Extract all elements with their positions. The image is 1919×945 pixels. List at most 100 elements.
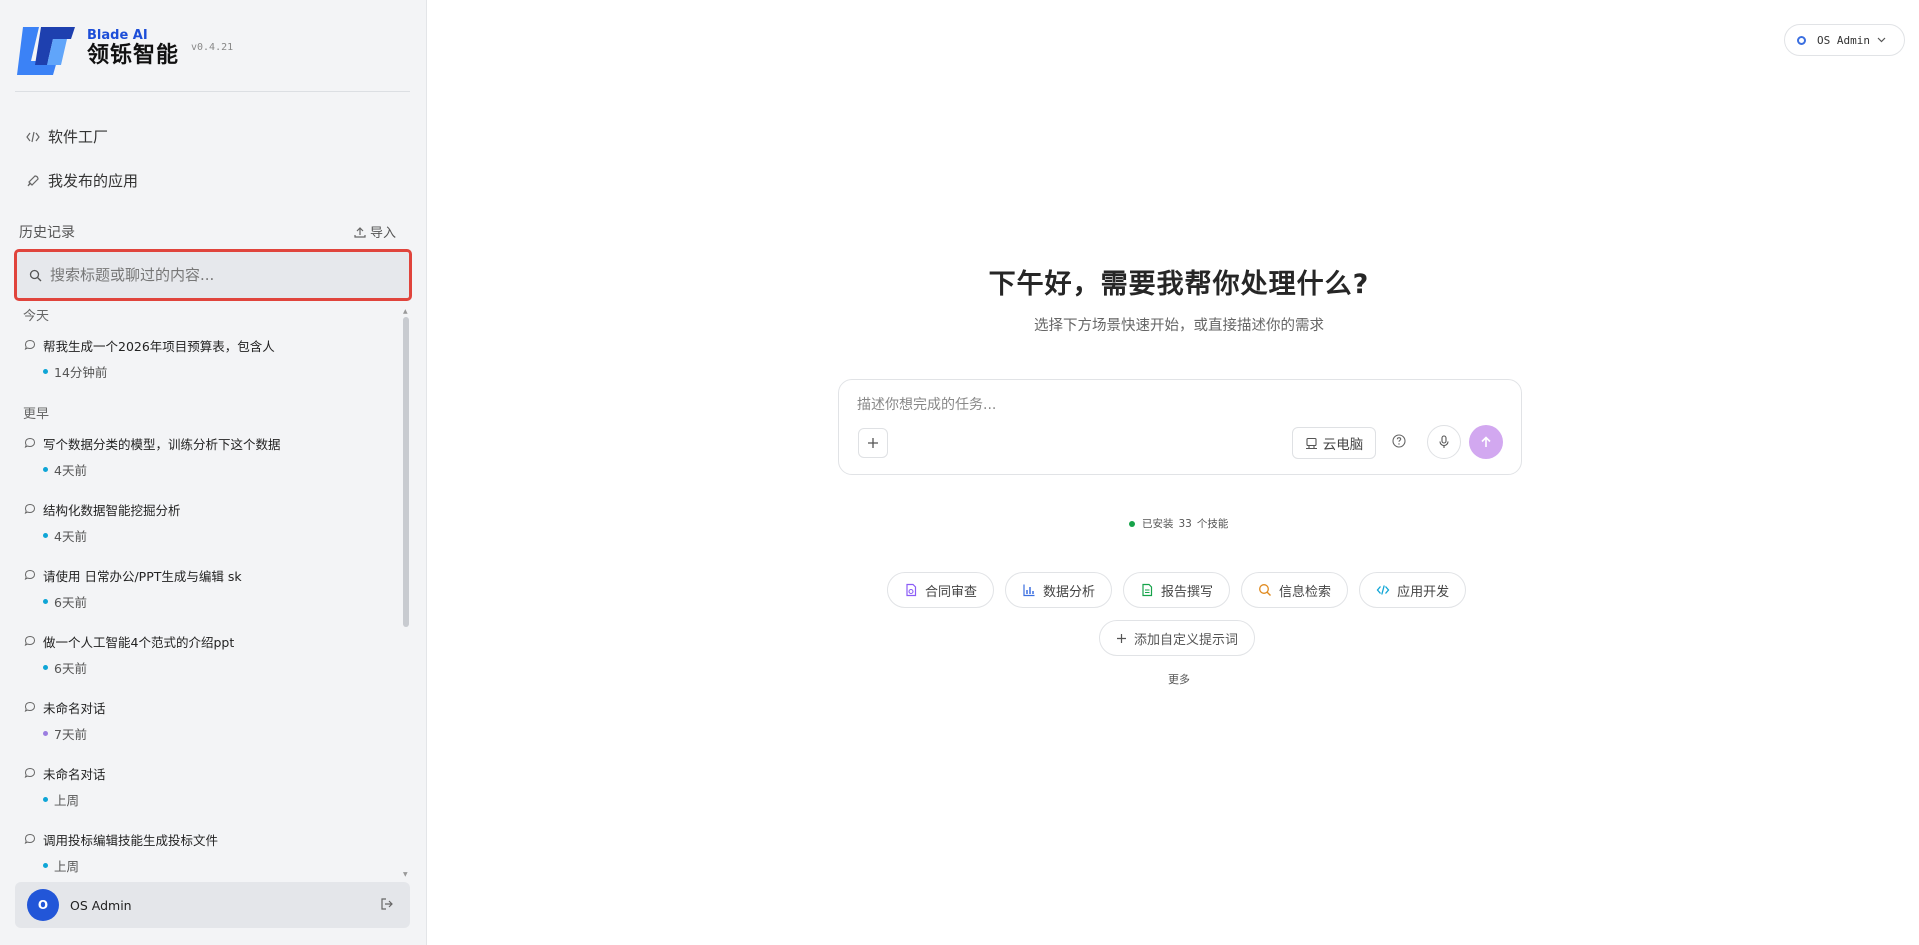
group-earlier: 更早 xyxy=(23,407,50,422)
conversation-item[interactable]: 做一个人工智能4个范式的介绍ppt 6天前 xyxy=(24,632,394,677)
chat-bubble-icon xyxy=(24,437,36,448)
chat-bubble-icon xyxy=(24,339,36,350)
conversation-title: 做一个人工智能4个范式的介绍ppt xyxy=(43,634,235,650)
status-dot xyxy=(43,369,48,374)
chip-app-development[interactable]: 应用开发 xyxy=(1359,572,1467,608)
chat-bubble-icon xyxy=(24,569,36,580)
account-menu[interactable]: OS Admin xyxy=(1784,24,1905,56)
chip-label: 报告撰写 xyxy=(1161,584,1214,600)
nav-label: 软件工厂 xyxy=(48,128,109,146)
divider xyxy=(15,91,410,92)
user-profile[interactable]: O OS Admin xyxy=(15,882,410,928)
arrow-up-icon xyxy=(1481,436,1491,447)
brand-name-cn: 领铄智能 xyxy=(87,42,180,68)
conversation-time: 4天前 xyxy=(54,463,87,478)
chip-label: 应用开发 xyxy=(1397,584,1450,600)
conversation-item[interactable]: 帮我生成一个2026年项目预算表，包含人 14分钟前 xyxy=(24,336,394,381)
chat-bubble-icon xyxy=(24,833,36,844)
scroll-thumb[interactable] xyxy=(403,317,409,627)
scroll-up-icon[interactable]: ▲ xyxy=(403,309,409,315)
conversation-title: 未命名对话 xyxy=(43,766,106,782)
search-box[interactable] xyxy=(14,249,412,301)
chevron-down-icon xyxy=(1877,37,1886,43)
plus-icon xyxy=(868,438,878,448)
voice-input-button[interactable] xyxy=(1427,425,1461,459)
chip-report-writing[interactable]: 报告撰写 xyxy=(1123,572,1231,608)
add-custom-prompt-button[interactable]: 添加自定义提示词 xyxy=(1099,620,1256,656)
conversation-time: 7天前 xyxy=(54,727,87,742)
search-icon xyxy=(29,269,42,281)
greeting-section: 下午好，需要我帮你处理什么? 选择下方场景快速开始，或直接描述你的需求 xyxy=(838,262,1520,335)
status-dot xyxy=(43,467,48,472)
status-dot xyxy=(1129,520,1135,527)
conversation-title: 帮我生成一个2026年项目预算表，包含人 xyxy=(43,338,275,354)
prompt-input[interactable] xyxy=(857,394,1497,416)
chat-bubble-icon xyxy=(24,767,36,778)
send-button[interactable] xyxy=(1469,425,1503,459)
chat-bubble-icon xyxy=(24,701,36,712)
search-icon xyxy=(1259,584,1272,596)
conversation-item[interactable]: 未命名对话 上周 xyxy=(24,764,394,809)
add-prompt-label: 添加自定义提示词 xyxy=(1134,632,1239,648)
conversation-title: 写个数据分类的模型，训练分析下这个数据 xyxy=(43,436,281,452)
conversation-title: 调用投标编辑技能生成投标文件 xyxy=(43,832,219,848)
conversation-time: 14分钟前 xyxy=(54,365,108,380)
search-input[interactable] xyxy=(50,266,390,284)
bar-chart-icon xyxy=(1023,584,1035,597)
chat-bubble-icon xyxy=(24,635,36,646)
scroll-down-icon[interactable]: ▼ xyxy=(403,872,409,878)
user-name: OS Admin xyxy=(70,897,132,913)
help-icon[interactable] xyxy=(1391,433,1407,449)
status-dot xyxy=(43,797,48,802)
conversation-title: 结构化数据智能挖掘分析 xyxy=(43,502,181,518)
scenario-chips: 合同审查 数据分析 报告撰写 信息检索 应用开发 xyxy=(887,572,1477,608)
skills-count: 33 xyxy=(1178,517,1192,530)
nav-software-factory[interactable]: 软件工厂 xyxy=(26,126,108,147)
more-link[interactable]: 更多 xyxy=(1168,671,1190,687)
status-dot xyxy=(43,533,48,538)
import-button[interactable]: 导入 xyxy=(354,222,396,241)
conversation-item[interactable]: 未命名对话 7天前 xyxy=(24,698,394,743)
chat-bubble-icon xyxy=(24,503,36,514)
conversation-title: 请使用 日常办公/PPT生成与编辑 sk xyxy=(43,568,242,584)
chip-data-analysis[interactable]: 数据分析 xyxy=(1005,572,1113,608)
status-dot xyxy=(43,863,48,868)
blade-ai-logo xyxy=(17,27,75,75)
conversation-time: 6天前 xyxy=(54,661,87,676)
cloud-pc-button[interactable]: 云电脑 xyxy=(1292,427,1376,459)
status-dot xyxy=(43,599,48,604)
history-label: 历史记录 xyxy=(19,225,75,241)
brand[interactable]: Blade AI 领铄智能 xyxy=(17,20,179,76)
greeting-subtitle: 选择下方场景快速开始，或直接描述你的需求 xyxy=(1034,318,1324,334)
computer-icon xyxy=(1305,437,1317,449)
microphone-icon xyxy=(1439,435,1449,448)
chip-label: 信息检索 xyxy=(1279,584,1332,600)
skills-suffix: 个技能 xyxy=(1196,518,1229,530)
conversation-time: 4天前 xyxy=(54,529,87,544)
upload-icon xyxy=(354,226,366,238)
logout-icon[interactable] xyxy=(380,897,394,911)
nav-label: 我发布的应用 xyxy=(48,172,139,190)
sidebar: Blade AI 领铄智能 v0.4.21 软件工厂 我发布的应用 历史记录 导… xyxy=(0,0,427,945)
conversation-item[interactable]: 写个数据分类的模型，训练分析下这个数据 4天前 xyxy=(24,434,394,479)
plus-icon xyxy=(1117,633,1126,643)
history-list: 今天 帮我生成一个2026年项目预算表，包含人 14分钟前 更早 写个数据分类的… xyxy=(14,305,400,875)
status-ring-icon xyxy=(1797,35,1806,45)
status-dot xyxy=(43,665,48,670)
nav-my-apps[interactable]: 我发布的应用 xyxy=(26,170,138,191)
code-icon xyxy=(26,131,40,142)
attach-button[interactable] xyxy=(858,428,888,458)
group-today: 今天 xyxy=(23,309,50,324)
chip-label: 数据分析 xyxy=(1043,584,1096,600)
chip-contract-review[interactable]: 合同审查 xyxy=(887,572,995,608)
skills-prefix: 已安装 xyxy=(1142,518,1174,530)
conversation-title: 未命名对话 xyxy=(43,700,106,716)
conversation-item[interactable]: 调用投标编辑技能生成投标文件 上周 xyxy=(24,830,394,875)
prompt-composer: 云电脑 xyxy=(838,379,1522,475)
history-scrollbar[interactable]: ▲ ▼ xyxy=(403,309,409,878)
conversation-item[interactable]: 请使用 日常办公/PPT生成与编辑 sk 6天前 xyxy=(24,566,394,611)
chip-info-retrieval[interactable]: 信息检索 xyxy=(1241,572,1349,608)
conversation-item[interactable]: 结构化数据智能挖掘分析 4天前 xyxy=(24,500,394,545)
conversation-time: 上周 xyxy=(54,793,80,808)
account-name: OS Admin xyxy=(1817,33,1870,47)
